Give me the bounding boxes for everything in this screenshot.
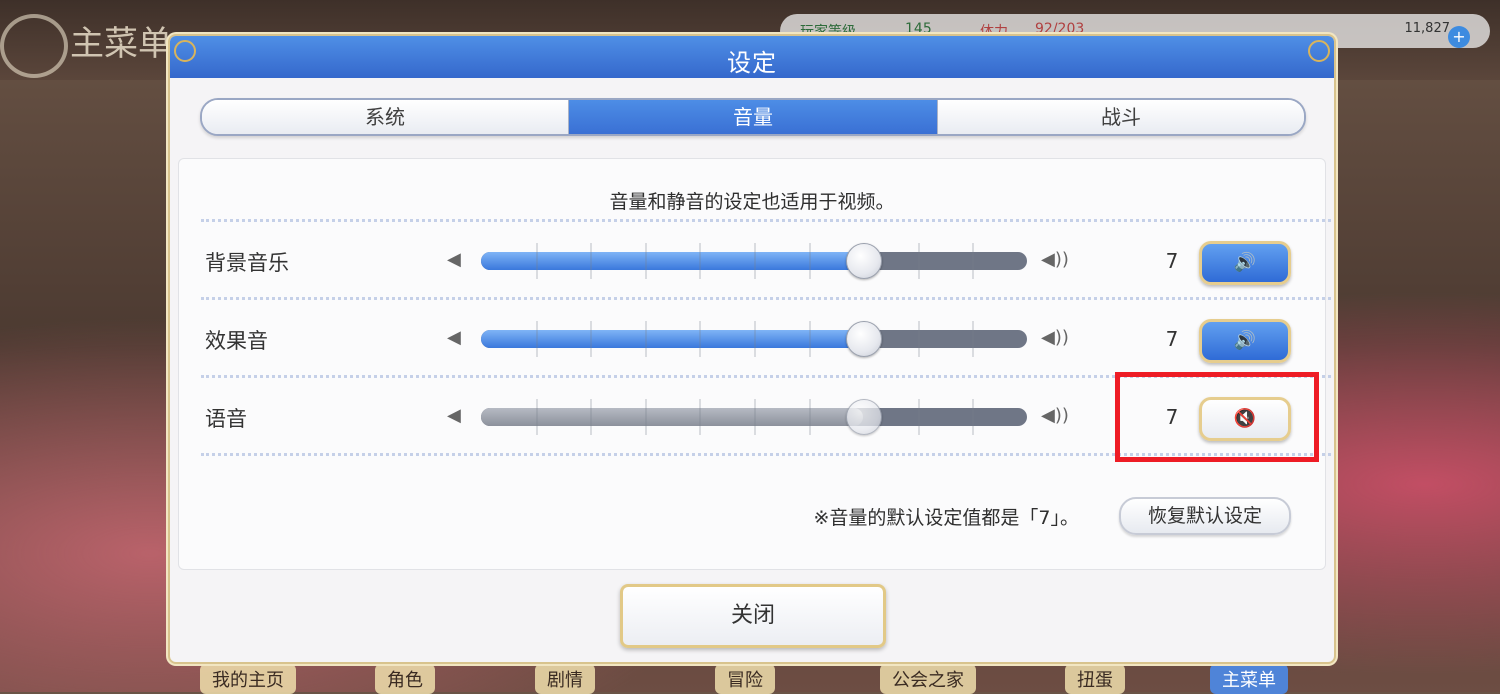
- dialog-header: 设定: [170, 36, 1334, 78]
- nav-adventure[interactable]: 冒险: [715, 664, 775, 694]
- highlight-box: [1115, 372, 1319, 462]
- dotted-divider: [201, 219, 1331, 222]
- tab-battle[interactable]: 战斗: [938, 100, 1304, 134]
- slider-tick: [645, 321, 647, 357]
- slider-tick: [536, 399, 538, 435]
- slider-tick: [699, 243, 701, 279]
- se-level: 7: [1165, 327, 1179, 351]
- default-volume-note: ※音量的默认设定值都是「7」。: [813, 507, 1079, 529]
- speaker-high-icon: ◀)): [1041, 327, 1069, 348]
- slider-tick: [590, 243, 592, 279]
- voice-slider-knob[interactable]: [846, 399, 882, 435]
- slider-tick: [918, 243, 920, 279]
- volume-panel: 音量和静音的设定也适用于视频。 背景音乐 ◀ ◀)) 7 🔊 效果音 ◀ ◀))…: [178, 158, 1331, 570]
- logo-swirl-icon: [0, 14, 68, 78]
- slider-tick: [809, 399, 811, 435]
- voice-slider[interactable]: [481, 399, 1027, 435]
- bgm-slider-fill: [481, 252, 863, 270]
- tab-volume[interactable]: 音量: [569, 100, 937, 134]
- slider-tick: [645, 399, 647, 435]
- bgm-mute-toggle[interactable]: 🔊: [1199, 241, 1291, 285]
- nav-main-menu[interactable]: 主菜单: [1210, 664, 1288, 694]
- speaker-low-icon: ◀: [447, 327, 461, 348]
- nav-guild-house[interactable]: 公会之家: [880, 664, 976, 694]
- reset-defaults-button[interactable]: 恢复默认设定: [1119, 497, 1291, 535]
- slider-tick: [972, 321, 974, 357]
- slider-tick: [699, 399, 701, 435]
- bgm-slider[interactable]: [481, 243, 1027, 279]
- voice-slider-fill: [481, 408, 863, 426]
- se-slider-fill: [481, 330, 863, 348]
- add-gem-button[interactable]: +: [1448, 26, 1470, 48]
- speaker-low-icon: ◀: [447, 249, 461, 270]
- speaker-low-icon: ◀: [447, 405, 461, 426]
- slider-tick: [645, 243, 647, 279]
- nav-gacha[interactable]: 扭蛋: [1065, 664, 1125, 694]
- slider-tick: [754, 321, 756, 357]
- nav-characters[interactable]: 角色: [375, 664, 435, 694]
- se-label: 效果音: [205, 329, 268, 353]
- speaker-high-icon: ◀)): [1041, 405, 1069, 426]
- dotted-divider: [201, 297, 1331, 300]
- dialog-title: 设定: [727, 49, 777, 77]
- nav-story[interactable]: 剧情: [535, 664, 595, 694]
- se-mute-toggle[interactable]: 🔊: [1199, 319, 1291, 363]
- se-slider[interactable]: [481, 321, 1027, 357]
- volume-notice: 音量和静音的设定也适用于视频。: [609, 191, 895, 213]
- bgm-level: 7: [1165, 249, 1179, 273]
- slider-tick: [972, 243, 974, 279]
- slider-tick: [699, 321, 701, 357]
- se-slider-knob[interactable]: [846, 321, 882, 357]
- slider-tick: [918, 399, 920, 435]
- tab-system[interactable]: 系统: [202, 100, 568, 134]
- slider-tick: [972, 399, 974, 435]
- bgm-slider-knob[interactable]: [846, 243, 882, 279]
- slider-tick: [754, 243, 756, 279]
- slider-tick: [809, 243, 811, 279]
- bgm-label: 背景音乐: [205, 251, 289, 275]
- slider-tick: [590, 321, 592, 357]
- slider-tick: [918, 321, 920, 357]
- main-menu-logo: 主菜单: [70, 24, 172, 64]
- slider-tick: [536, 243, 538, 279]
- nav-home[interactable]: 我的主页: [200, 664, 296, 694]
- slider-tick: [536, 321, 538, 357]
- slider-tick: [754, 399, 756, 435]
- slider-tick: [590, 399, 592, 435]
- speaker-high-icon: ◀)): [1041, 249, 1069, 270]
- close-button[interactable]: 关闭: [620, 584, 886, 648]
- slider-tick: [809, 321, 811, 357]
- settings-tabs: 系统 音量 战斗: [200, 98, 1306, 136]
- settings-dialog: 设定 系统 音量 战斗 音量和静音的设定也适用于视频。 背景音乐 ◀ ◀)) 7…: [168, 34, 1336, 664]
- gem-count: 11,827: [1404, 21, 1451, 36]
- voice-label: 语音: [205, 407, 247, 431]
